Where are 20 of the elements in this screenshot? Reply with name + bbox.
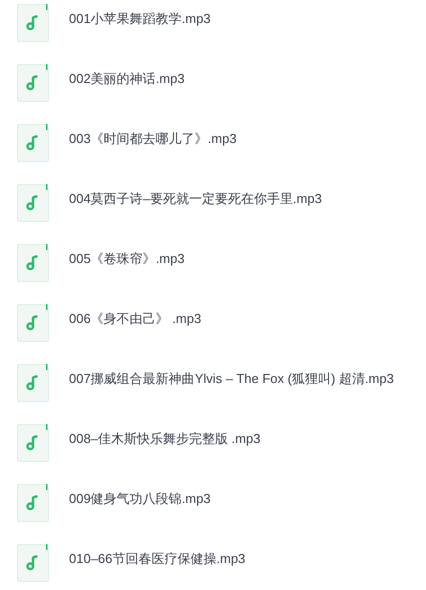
file-name[interactable]: 005《卷珠帘》.mp3 bbox=[69, 240, 185, 278]
audio-file-icon bbox=[17, 244, 49, 282]
file-name[interactable]: 006《身不由己》 .mp3 bbox=[69, 300, 202, 338]
file-name[interactable]: 010–66节回春医疗保健操.mp3 bbox=[69, 540, 246, 578]
audio-file-icon bbox=[17, 64, 49, 102]
file-name[interactable]: 001小苹果舞蹈教学.mp3 bbox=[69, 0, 211, 38]
audio-file-icon bbox=[17, 544, 49, 582]
file-name[interactable]: 004莫西子诗–要死就一定要死在你手里.mp3 bbox=[69, 180, 322, 218]
file-name[interactable]: 007挪威组合最新神曲Ylvis – The Fox (狐狸叫) 超清.mp3 bbox=[69, 360, 394, 398]
file-name[interactable]: 003《时间都去哪儿了》.mp3 bbox=[69, 120, 237, 158]
audio-file-icon bbox=[17, 124, 49, 162]
audio-file-icon bbox=[17, 184, 49, 222]
audio-file-icon bbox=[17, 304, 49, 342]
file-name[interactable]: 009健身气功八段锦.mp3 bbox=[69, 480, 211, 518]
audio-file-icon bbox=[17, 484, 49, 522]
file-name[interactable]: 008–佳木斯快乐舞步完整版 .mp3 bbox=[69, 420, 260, 458]
file-name[interactable]: 002美丽的神话.mp3 bbox=[69, 60, 185, 98]
audio-file-icon bbox=[17, 424, 49, 462]
audio-file-icon bbox=[17, 4, 49, 42]
audio-file-icon bbox=[17, 364, 49, 402]
